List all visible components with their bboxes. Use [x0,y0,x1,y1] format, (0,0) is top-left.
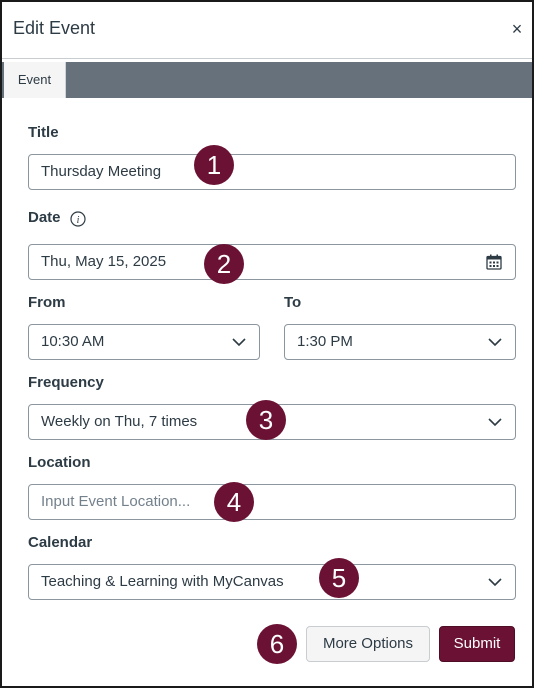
tab-event[interactable]: Event [4,62,66,98]
dialog-header: Edit Event × [2,2,532,59]
edit-event-dialog: Edit Event × Event Title Thursday Meetin… [0,0,534,688]
from-select[interactable]: 10:30 AM [28,324,260,360]
close-button[interactable]: × [508,18,526,40]
info-icon[interactable]: i [70,211,86,227]
submit-button[interactable]: Submit [439,626,515,662]
calendar-select[interactable]: Teaching & Learning with MyCanvas [28,564,516,600]
title-value: Thursday Meeting [41,163,162,180]
to-label: To [284,294,302,311]
calendar-value: Teaching & Learning with MyCanvas [41,573,284,590]
svg-text:i: i [77,215,80,226]
calendar-icon[interactable] [486,254,502,270]
calendar-label: Calendar [28,534,93,551]
chevron-down-icon [232,338,246,347]
chevron-down-icon [488,338,502,347]
from-value: 10:30 AM [41,333,105,350]
chevron-down-icon [488,418,502,427]
tab-bar: Event [2,62,532,98]
location-label: Location [28,454,91,471]
date-value: Thu, May 15, 2025 [41,253,167,270]
title-input[interactable]: Thursday Meeting [28,154,516,190]
frequency-value: Weekly on Thu, 7 times [41,413,198,430]
chevron-down-icon [488,578,502,587]
to-select[interactable]: 1:30 PM [284,324,516,360]
dialog-title: Edit Event [13,18,96,38]
callout-badge-1: 1 [194,145,234,185]
more-options-button[interactable]: More Options [306,626,430,662]
from-label: From [28,294,66,311]
callout-badge-4: 4 [214,482,254,522]
callout-badge-3: 3 [246,400,286,440]
date-label: Date [28,209,61,226]
to-value: 1:30 PM [297,333,353,350]
title-label: Title [28,124,59,141]
frequency-label: Frequency [28,374,104,391]
location-input[interactable]: Input Event Location... [28,484,516,520]
callout-badge-6: 6 [257,624,297,664]
date-input[interactable]: Thu, May 15, 2025 [28,244,516,280]
location-placeholder: Input Event Location... [41,493,191,510]
callout-badge-5: 5 [319,558,359,598]
callout-badge-2: 2 [204,244,244,284]
